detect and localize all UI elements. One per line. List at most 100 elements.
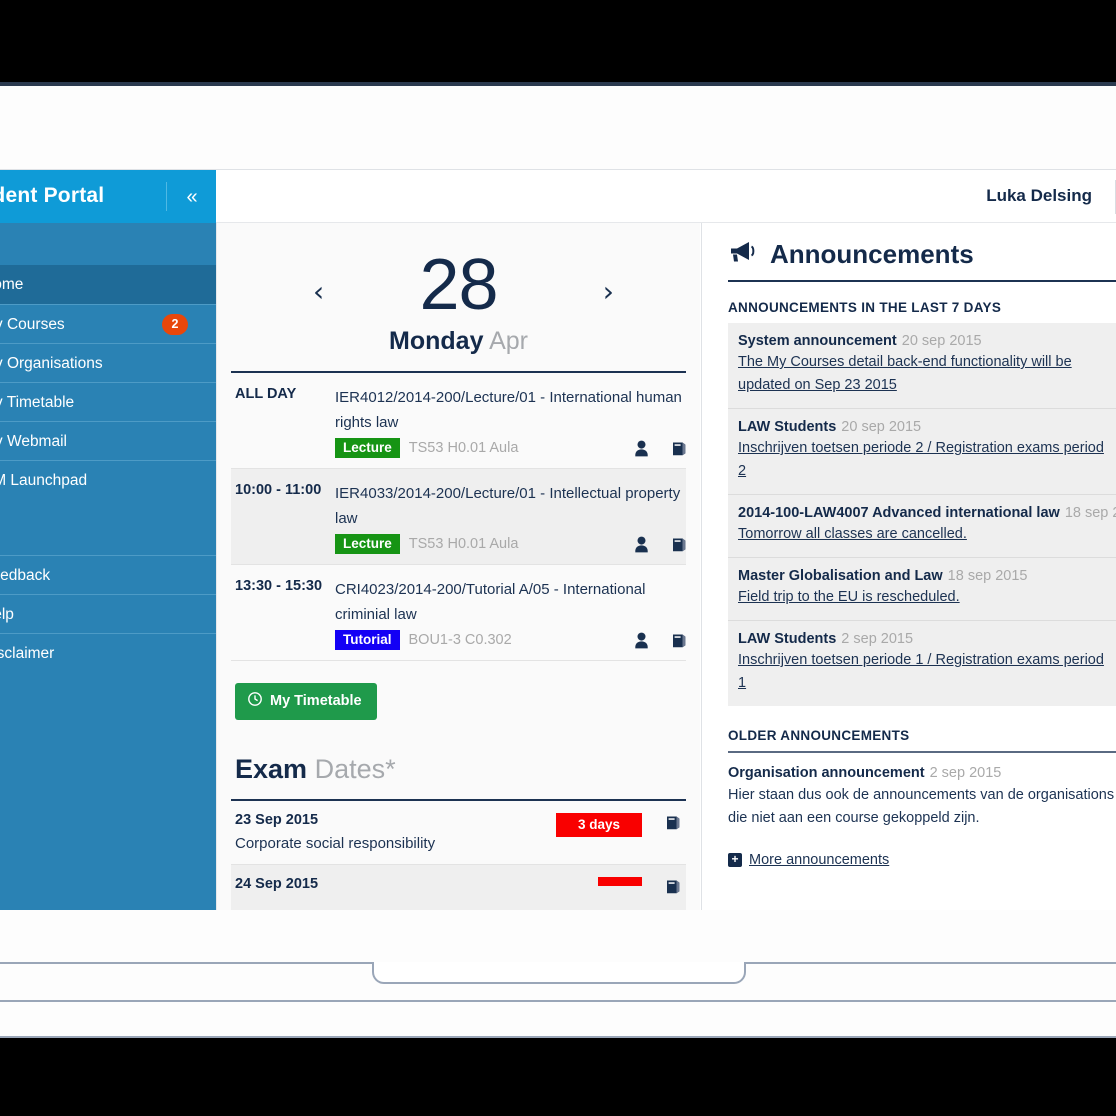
announcements-title: Announcements	[728, 239, 1116, 282]
list-item[interactable]: LAW Students 2 sep 2015 Inschrijven toets…	[728, 621, 1116, 706]
announcement-header: LAW Students 2 sep 2015	[738, 631, 1106, 647]
announcements-recent-group: System announcement 20 sep 2015 The My Co…	[728, 323, 1116, 706]
sidebar-item-um-launchpad[interactable]: UM Launchpad	[0, 460, 216, 499]
book-icon[interactable]	[665, 814, 682, 836]
sidebar-item-label: Feedback	[0, 567, 51, 584]
sidebar-item-my-organisations[interactable]: My Organisations	[0, 343, 216, 382]
announcement-source: System announcement	[738, 333, 897, 349]
sidebar-item-home[interactable]: Home	[0, 265, 216, 304]
sidebar-item-label: My Timetable	[0, 394, 75, 411]
person-icon[interactable]	[634, 632, 649, 649]
announcement-date: 20 sep 2015	[841, 419, 922, 435]
announcement-date: 2 sep 2015	[841, 631, 914, 647]
announcement-header: 2014-100-LAW4007 Advanced international …	[738, 505, 1116, 521]
announcement-link[interactable]: Tomorrow all classes are cancelled.	[738, 523, 1106, 546]
browser-chrome-strip	[0, 86, 1116, 229]
schedule-time: 10:00 - 11:00	[235, 482, 322, 498]
announcement-link[interactable]: The My Courses detail back-end functiona…	[738, 351, 1106, 397]
schedule-time: 13:30 - 15:30	[235, 578, 323, 594]
megaphone-icon	[728, 239, 758, 270]
announcement-date: 20 sep 2015	[901, 333, 982, 349]
top-bezel	[0, 0, 1116, 82]
table-row[interactable]: 24 Sep 2015	[231, 865, 686, 910]
table-row[interactable]: 23 Sep 2015 Corporate social responsibil…	[231, 801, 686, 865]
announcement-link[interactable]: Inschrijven toetsen periode 1 / Registra…	[738, 649, 1106, 695]
chrome-divider-2	[0, 1000, 1116, 1002]
person-icon[interactable]	[634, 440, 649, 457]
exam-name: Corporate social responsibility	[235, 835, 436, 852]
table-row[interactable]: 13:30 - 15:30 CRI4023/2014-200/Tutorial …	[231, 565, 686, 661]
status-badge: Lecture	[335, 438, 400, 458]
schedule-room: TS53 H0.01 Aula	[408, 440, 519, 456]
my-timetable-button[interactable]: My Timetable	[235, 683, 377, 720]
chevron-double-left-icon[interactable]: «	[178, 183, 206, 211]
list-item[interactable]: 2014-100-LAW4007 Advanced international …	[728, 495, 1116, 558]
schedule-body: IER4012/2014-200/Lecture/01 - Internatio…	[335, 385, 686, 458]
table-row[interactable]: ALL DAY IER4012/2014-200/Lecture/01 - In…	[231, 373, 686, 469]
announcement-header: LAW Students 20 sep 2015	[738, 419, 1106, 435]
schedule-body: CRI4023/2014-200/Tutorial A/05 - Interna…	[335, 577, 686, 650]
date-weekday: Monday	[389, 327, 484, 355]
sidebar-item-label: Help	[0, 606, 14, 623]
announcements-panel: Announcements ANNOUNCEMENTS IN THE LAST …	[701, 223, 1116, 910]
schedule-title: IER4012/2014-200/Lecture/01 - Internatio…	[335, 389, 682, 431]
main-content-column: ‹ › 28 Monday Apr ALL DAY IER4012/2014-2…	[216, 223, 700, 910]
book-icon[interactable]	[671, 632, 686, 649]
schedule-row-icons	[634, 440, 686, 457]
status-badge: Lecture	[335, 534, 400, 554]
exam-heading-bold: Exam	[235, 754, 308, 784]
sidebar-item-help[interactable]: Help	[0, 594, 216, 633]
announcement-link[interactable]: Field trip to the EU is rescheduled.	[738, 586, 1106, 609]
schedule-body: IER4033/2014-200/Lecture/01 - Intellectu…	[335, 481, 686, 554]
more-announcements-link[interactable]: + More announcements	[728, 852, 1116, 868]
schedule-room: TS53 H0.01 Aula	[408, 536, 519, 552]
sidebar-item-my-courses[interactable]: My Courses 2	[0, 304, 216, 343]
sidebar-nav: Home My Courses 2 My Organisations My Ti…	[0, 223, 216, 910]
announcement-source: 2014-100-LAW4007 Advanced international …	[738, 505, 1060, 521]
exam-dates-heading: Exam Dates*	[235, 754, 686, 785]
schedule-row-icons	[634, 536, 686, 553]
sidebar-item-my-webmail[interactable]: My Webmail	[0, 421, 216, 460]
date-subtitle: Monday Apr	[231, 327, 686, 356]
table-row[interactable]: 10:00 - 11:00 IER4033/2014-200/Lecture/0…	[231, 469, 686, 565]
exam-dates-list: 23 Sep 2015 Corporate social responsibil…	[231, 799, 686, 910]
sidebar-item-disclaimer[interactable]: Disclaimer	[0, 633, 216, 672]
announcement-source: Organisation announcement	[728, 765, 925, 781]
device-frame: Student Portal « Luka Delsing Home My Co…	[0, 0, 1116, 1116]
sidebar-item-my-timetable[interactable]: My Timetable	[0, 382, 216, 421]
plus-box-icon: +	[728, 853, 742, 867]
sidebar-item-feedback[interactable]: Feedback	[0, 555, 216, 594]
list-item[interactable]: Master Globalisation and Law 18 sep 2015 …	[728, 558, 1116, 621]
book-icon[interactable]	[671, 536, 686, 553]
announcement-source: LAW Students	[738, 631, 837, 647]
announcement-link[interactable]: Inschrijven toetsen periode 2 / Registra…	[738, 437, 1106, 483]
address-bar-bottom[interactable]	[372, 962, 746, 984]
announcement-header: System announcement 20 sep 2015	[738, 333, 1106, 349]
date-day-number: 28	[419, 245, 498, 325]
person-icon[interactable]	[634, 536, 649, 553]
status-badge	[598, 877, 642, 886]
schedule-time: ALL DAY	[235, 386, 297, 402]
sidebar-item-label: Home	[0, 276, 24, 293]
announcement-source: LAW Students	[738, 419, 837, 435]
page-viewport: Student Portal « Luka Delsing Home My Co…	[0, 170, 1116, 910]
schedule-meta: Lecture TS53 H0.01 Aula	[335, 534, 682, 554]
clock-icon	[248, 692, 262, 710]
sidebar-item-label: Disclaimer	[0, 645, 55, 662]
announcement-header: Organisation announcement 2 sep 2015	[728, 765, 1116, 781]
sidebar-badge-count: 2	[162, 314, 188, 335]
list-item[interactable]: System announcement 20 sep 2015 The My Co…	[728, 323, 1116, 409]
list-item[interactable]: LAW Students 20 sep 2015 Inschrijven toet…	[728, 409, 1116, 495]
sidebar-item-label: My Organisations	[0, 355, 103, 372]
book-icon[interactable]	[671, 440, 686, 457]
announcement-date: 18 sep 2015	[1064, 505, 1116, 521]
book-icon[interactable]	[665, 878, 682, 900]
announcement-text: Hier staan dus ook de announcements van …	[728, 787, 1115, 826]
page-title: Announcements	[770, 239, 974, 269]
announcement-header: Master Globalisation and Law 18 sep 2015	[738, 568, 1106, 584]
brand-divider	[166, 182, 167, 211]
user-name-label[interactable]: Luka Delsing	[986, 186, 1092, 206]
brand-title: Student Portal	[0, 184, 105, 207]
announcement-date: 18 sep 2015	[947, 568, 1028, 584]
